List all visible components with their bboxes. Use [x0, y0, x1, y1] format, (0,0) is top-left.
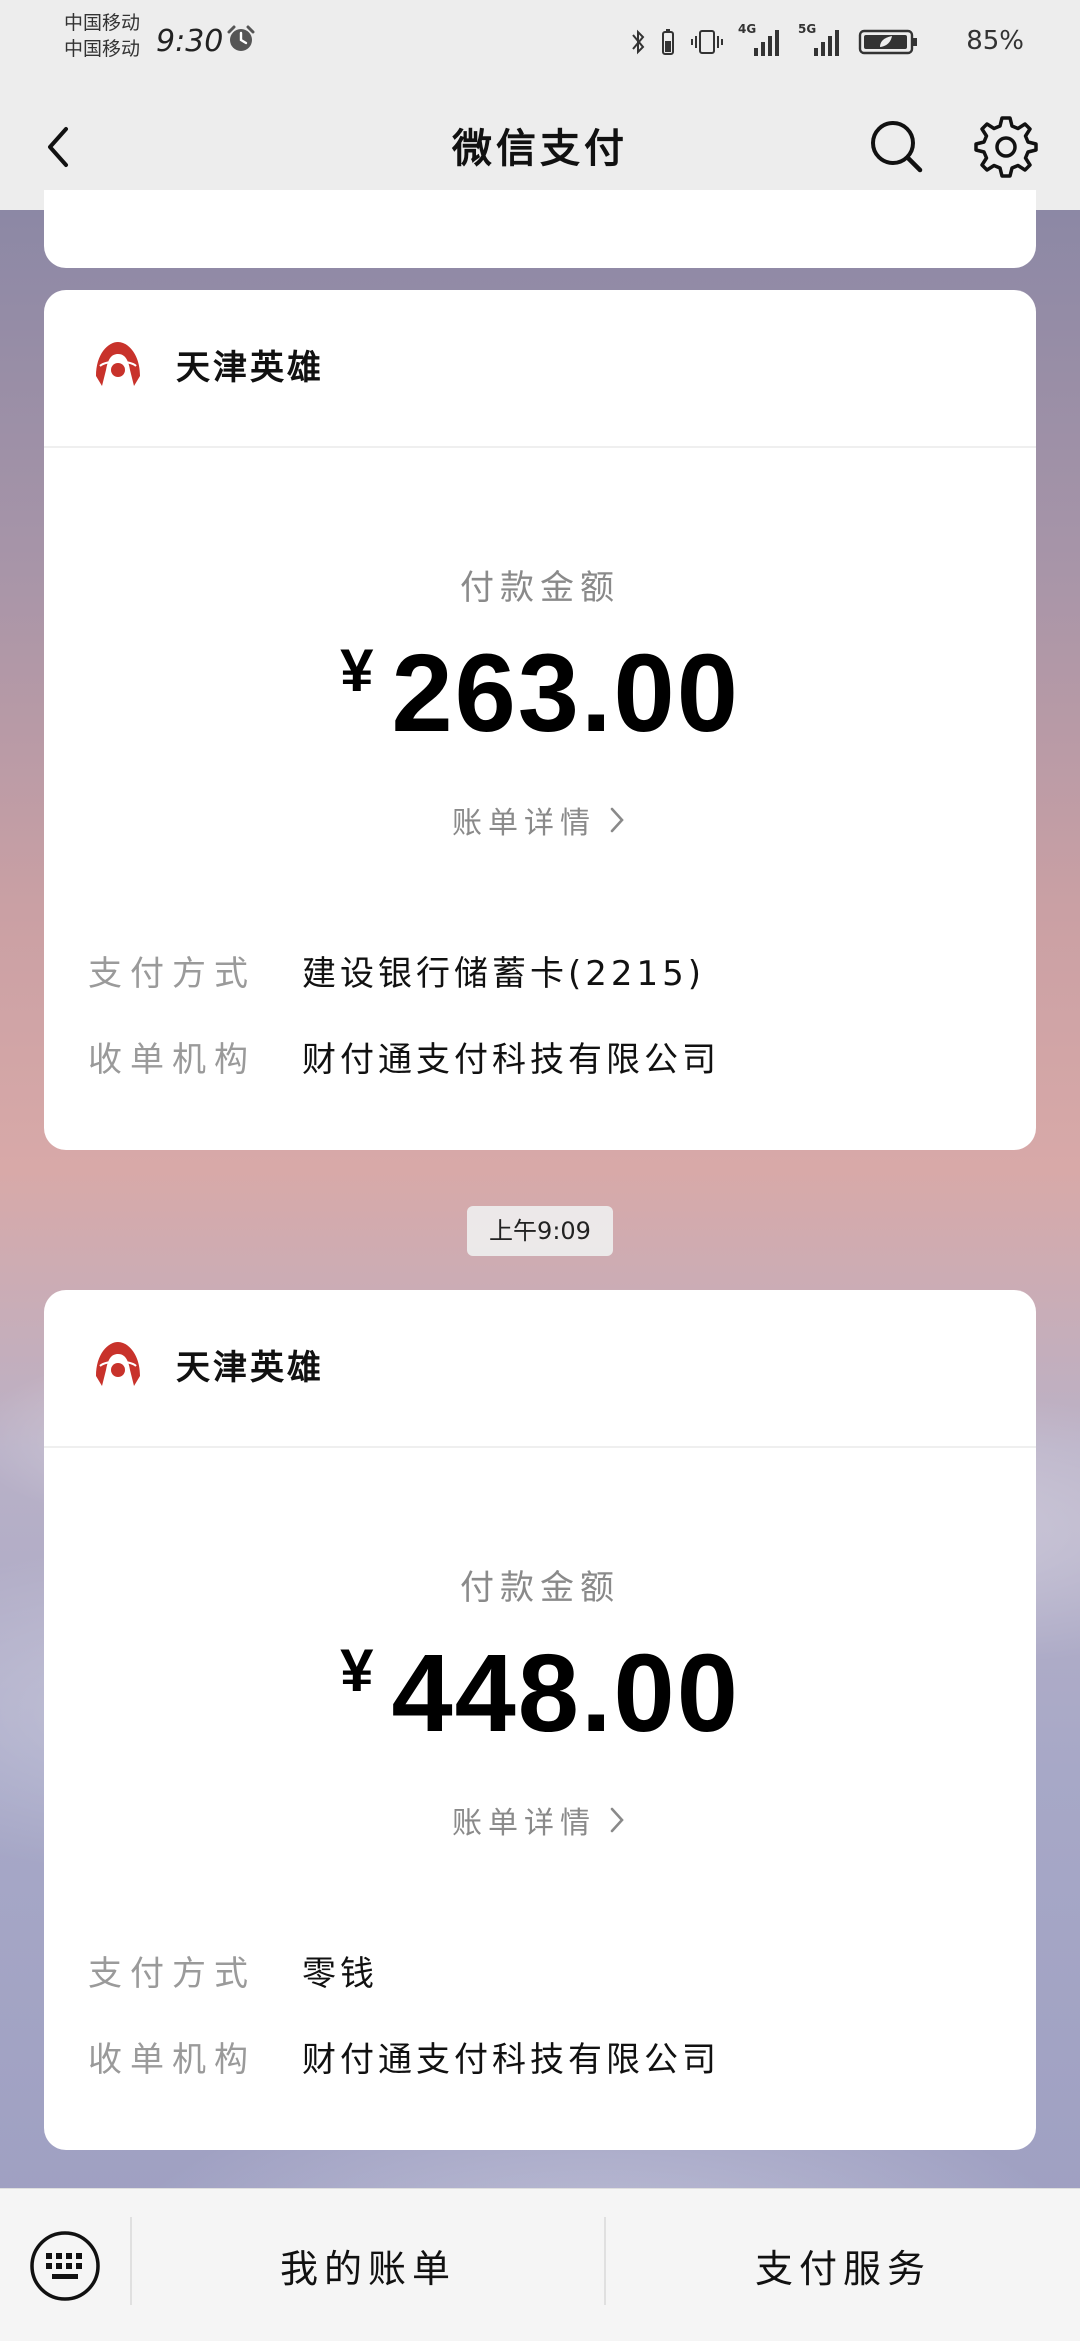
payment-amount: ¥263.00 [44, 630, 1036, 757]
battery-percent: 85% [966, 26, 1024, 56]
bottom-menu-bar: 我的账单 支付服务 [0, 2188, 1080, 2341]
gear-icon[interactable] [974, 114, 1038, 178]
acquirer-value: 财付通支付科技有限公司 [302, 1040, 720, 1080]
signal-1: 4G [738, 22, 784, 60]
bill-details-link[interactable]: 账单详情 [44, 798, 1036, 842]
tab-payment-services[interactable]: 支付服务 [606, 2189, 1080, 2341]
alarm-icon [227, 25, 255, 51]
bill-details-label: 账单详情 [452, 1806, 596, 1841]
payment-amount: ¥448.00 [44, 1630, 1036, 1757]
merchant-logo-icon [96, 1342, 140, 1386]
amount-label: 付款金额 [460, 1568, 620, 1608]
status-bar: 中国移动 中国移动 9:30 4G 5G 85% [0, 0, 1080, 84]
merchant-row[interactable]: 天津英雄 [44, 290, 1036, 448]
signal-2: 5G [798, 22, 844, 60]
bill-details-link[interactable]: 账单详情 [44, 1798, 1036, 1842]
payment-card[interactable]: 天津英雄 付款金额 ¥263.00 账单详情 支付方式 建设银行储蓄卡(2215… [44, 290, 1036, 1150]
payment-card[interactable]: 天津英雄 付款金额 ¥448.00 账单详情 支付方式 零钱 收单机构 财付通支… [44, 1290, 1036, 2150]
signal-2-bars-icon [814, 30, 839, 56]
search-icon[interactable] [866, 116, 926, 176]
merchant-logo-icon [96, 342, 140, 386]
payment-method-value: 零钱 [302, 1954, 378, 1994]
keyboard-icon[interactable] [28, 2229, 102, 2303]
currency-symbol: ¥ [340, 1637, 374, 1704]
amount-label: 付款金额 [460, 568, 620, 608]
currency-symbol: ¥ [340, 637, 374, 704]
message-timestamp: 上午9:09 [467, 1206, 613, 1256]
carrier-2: 中国移动 [64, 38, 141, 60]
merchant-name: 天津英雄 [176, 348, 324, 388]
battery-icon [858, 29, 917, 55]
bill-details-label: 账单详情 [452, 806, 596, 841]
tab-my-bills[interactable]: 我的账单 [132, 2189, 604, 2341]
acquirer-value: 财付通支付科技有限公司 [302, 2040, 720, 2080]
battery-saver-icon [662, 29, 674, 55]
status-icons: 4G 5G [630, 22, 920, 62]
vibrate-icon [691, 30, 723, 54]
acquirer-label: 收单机构 [88, 2040, 256, 2080]
carrier-labels: 中国移动 中国移动 [64, 10, 140, 62]
payment-method-value: 建设银行储蓄卡(2215) [302, 954, 706, 994]
merchant-row[interactable]: 天津英雄 [44, 1290, 1036, 1448]
amount-value: 263.00 [391, 632, 740, 755]
carrier-1: 中国移动 [64, 12, 141, 34]
bluetooth-icon [632, 29, 645, 55]
chevron-right-icon [610, 807, 624, 833]
merchant-name: 天津英雄 [176, 1348, 324, 1388]
acquirer-label: 收单机构 [88, 1040, 256, 1080]
previous-payment-card[interactable] [44, 190, 1036, 268]
signal-1-bars-icon [754, 30, 779, 56]
chevron-right-icon [610, 1807, 624, 1833]
payment-method-label: 支付方式 [88, 954, 256, 994]
amount-value: 448.00 [391, 1632, 740, 1755]
payment-method-label: 支付方式 [88, 1954, 256, 1994]
status-time: 9:30 [156, 24, 224, 59]
